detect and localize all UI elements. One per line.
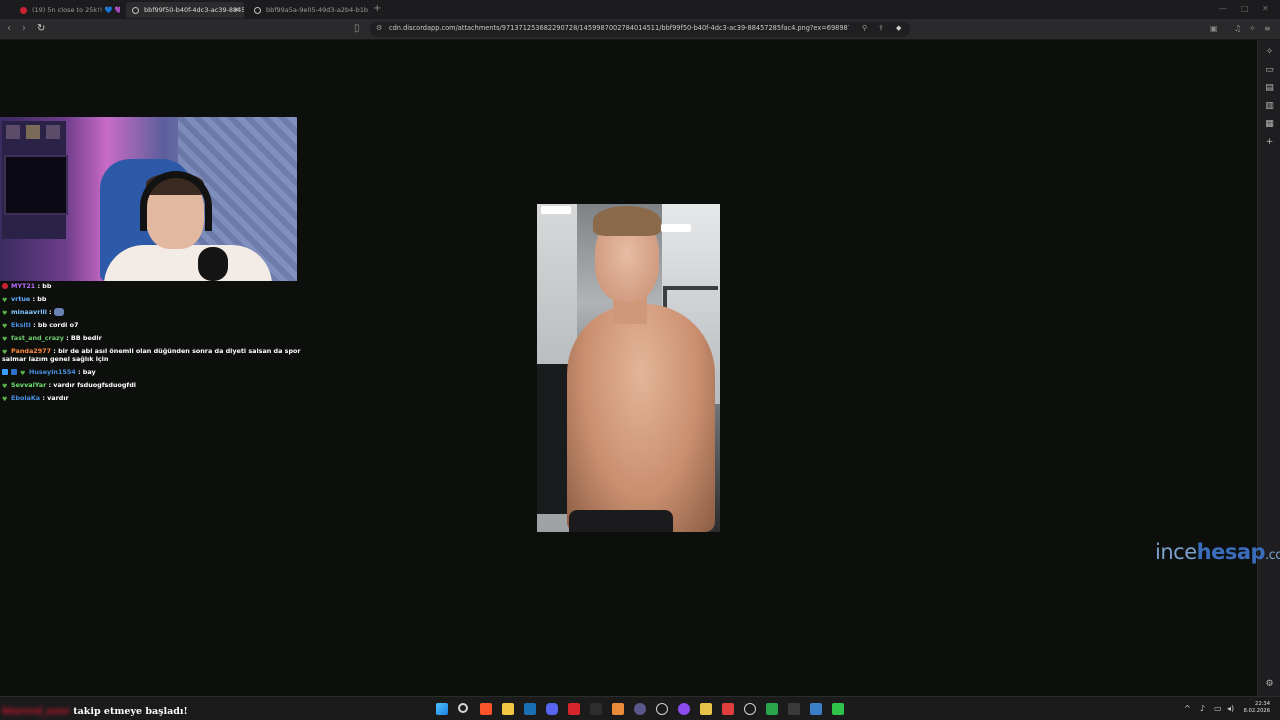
tab-label: bbf99f50-b40f-4dc3-ac39-8845...: [144, 6, 244, 14]
app-icon[interactable]: [678, 703, 690, 715]
moderator-badge-icon: [2, 369, 8, 375]
file-explorer-icon[interactable]: [502, 703, 514, 715]
tab-stream[interactable]: (19) 5n close to 25k!! 💙 💜 #rocket#...: [14, 2, 120, 18]
app-icon[interactable]: [788, 703, 800, 715]
sidebar-settings-icon[interactable]: ⚙: [1265, 680, 1274, 689]
sub-badge-icon: [11, 369, 17, 375]
watermark-logo: incehesap.com: [1155, 540, 1280, 564]
emote-icon: [53, 308, 64, 316]
bookmarks-icon[interactable]: ▥: [1265, 102, 1274, 111]
tab-image-active[interactable]: bbf99f50-b40f-4dc3-ac39-8845... ×: [126, 2, 244, 18]
minimize-button[interactable]: —: [1219, 4, 1227, 13]
steam-icon[interactable]: [524, 703, 536, 715]
forward-icon[interactable]: ›: [22, 23, 26, 35]
chat-message: ♥ Huseyin1554 : bay: [2, 368, 302, 377]
app-icon[interactable]: [722, 703, 734, 715]
chat-overlay: MYT21 : bb ♥ vrtue : bb ♥ minaavrill : ♥ Ek…: [2, 282, 302, 407]
subscriber-badge-icon: [2, 283, 8, 289]
chat-message: MYT21 : bb: [2, 282, 302, 290]
media-icon[interactable]: ♫: [1234, 23, 1241, 35]
gym-photo[interactable]: [537, 204, 720, 532]
tab-image-2[interactable]: bbf99a5a-9e05-49d3-a2b4-b1b1735...: [248, 2, 368, 18]
system-clock[interactable]: 22:34 8.02.2026: [1244, 701, 1270, 715]
search-icon[interactable]: [458, 703, 468, 713]
x-icon[interactable]: [590, 703, 602, 715]
site-settings-icon[interactable]: ⚙: [376, 24, 382, 32]
heart-badge-icon: ♥: [2, 383, 8, 390]
heart-badge-icon: ♥: [2, 396, 8, 403]
sidebar-toggle-icon[interactable]: ▣: [1210, 23, 1218, 35]
new-tab-button[interactable]: +: [373, 3, 381, 14]
maximize-button[interactable]: □: [1241, 4, 1249, 13]
follow-alert: blurred_user takip etmeye başladı!: [2, 706, 188, 717]
menu-icon[interactable]: ≡: [1264, 23, 1271, 35]
app-icon[interactable]: [612, 703, 624, 715]
chat-message: ♥ EbolaKa : vardır: [2, 394, 69, 403]
bookmark-icon[interactable]: ▯: [354, 23, 360, 35]
chatgpt-icon[interactable]: [744, 703, 756, 715]
heart-badge-icon: ♥: [2, 297, 8, 304]
chat-message: ♥ Eksiti : bb cordi o7: [2, 321, 79, 330]
app-icon[interactable]: [656, 703, 668, 715]
webcam-feed: [0, 117, 297, 281]
reload-icon[interactable]: ↻: [37, 23, 45, 35]
close-window-button[interactable]: ✕: [1262, 4, 1269, 13]
mic-icon[interactable]: ♪: [1200, 704, 1205, 713]
tab-strip: (19) 5n close to 25k!! 💙 💜 #rocket#... b…: [0, 0, 1280, 19]
chat-message: ♥ vrtue : bb: [2, 295, 47, 304]
history-icon[interactable]: ▦: [1265, 120, 1274, 129]
extensions-icon[interactable]: ✧: [1249, 23, 1256, 35]
tab-label: bbf99a5a-9e05-49d3-a2b4-b1b1735...: [266, 6, 368, 14]
volume-icon[interactable]: ◂): [1227, 704, 1234, 713]
youtube-icon: [20, 6, 27, 14]
monitor: [4, 155, 68, 215]
heart-badge-icon: ♥: [20, 370, 26, 377]
tab-label: (19) 5n close to 25k!! 💙 💜 #rocket#...: [32, 6, 120, 14]
heart-badge-icon: ♥: [2, 336, 8, 343]
share-icon[interactable]: ⇪: [878, 24, 884, 32]
globe-icon: [132, 6, 139, 14]
tab-close-icon[interactable]: ×: [233, 5, 240, 14]
app-icon[interactable]: [700, 703, 712, 715]
heart-badge-icon: ♥: [2, 310, 8, 317]
app-icon[interactable]: [832, 703, 844, 715]
tray-chevron-icon[interactable]: ^: [1184, 704, 1191, 713]
address-bar[interactable]: ⚙ cdn.discordapp.com/attachments/9713712…: [370, 22, 910, 37]
microphone: [198, 247, 228, 281]
obs-icon[interactable]: [634, 703, 646, 715]
add-panel-icon[interactable]: +: [1265, 138, 1274, 147]
wallet-icon[interactable]: ▭: [1265, 66, 1274, 75]
chat-message: ♥ SevvalYar : vardır fsduogfsduogfdi: [2, 381, 136, 390]
browser-sidebar: ✧ ▭ ▤ ▥ ▦ + ⚙: [1257, 40, 1280, 696]
reading-list-icon[interactable]: ▤: [1265, 84, 1274, 93]
network-icon[interactable]: ▭: [1214, 704, 1222, 713]
url-text[interactable]: cdn.discordapp.com/attachments/971371253…: [389, 24, 849, 32]
brave-icon[interactable]: [480, 703, 492, 715]
chat-message: ♥ fast_and_crazy : BB bedir: [2, 334, 102, 343]
app-icon[interactable]: [810, 703, 822, 715]
chat-message: ♥ Panda2977 : bir de abi asıl önemli olan…: [2, 347, 301, 363]
back-icon[interactable]: ‹: [7, 23, 11, 35]
browser-toolbar: ‹ › ↻ ▯ ⚙ cdn.discordapp.com/attachments…: [0, 19, 1280, 40]
chat-message: ♥ minaavrill :: [2, 308, 302, 317]
heart-badge-icon: ♥: [2, 323, 8, 330]
zoom-icon[interactable]: ⚲: [862, 24, 867, 32]
shield-icon[interactable]: ◆: [896, 24, 901, 32]
person-torso: [567, 304, 715, 532]
globe-icon: [254, 6, 261, 14]
screen: (19) 5n close to 25k!! 💙 💜 #rocket#... b…: [0, 0, 1280, 720]
taskbar: ^ ♪ ▭ ◂) 22:34 8.02.2026: [0, 696, 1280, 720]
start-icon[interactable]: [436, 703, 448, 715]
streamer-shirt: [104, 245, 272, 281]
app-icon[interactable]: [568, 703, 580, 715]
leo-ai-icon[interactable]: ✧: [1265, 48, 1274, 57]
discord-icon[interactable]: [546, 703, 558, 715]
xbox-icon[interactable]: [766, 703, 778, 715]
